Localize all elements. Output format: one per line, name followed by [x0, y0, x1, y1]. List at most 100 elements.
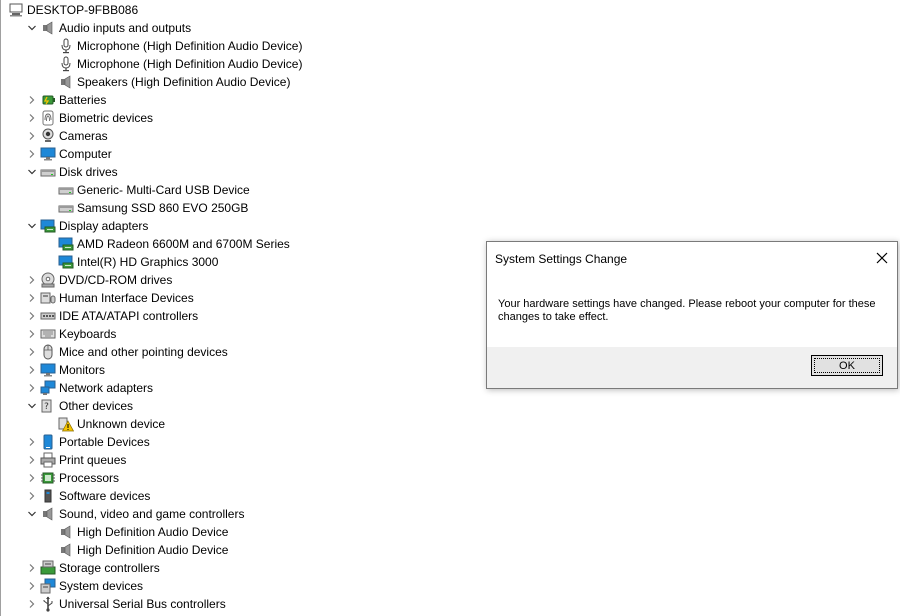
tree-item[interactable]: Sound, video and game controllers — [26, 505, 244, 523]
tree-item-label: Display adapters — [59, 219, 149, 233]
chevron-right-icon[interactable] — [26, 271, 38, 289]
tree-item[interactable]: Portable Devices — [26, 433, 150, 451]
chevron-right-icon[interactable] — [26, 325, 38, 343]
chevron-down-icon[interactable] — [26, 397, 38, 415]
chevron-right-icon[interactable] — [26, 307, 38, 325]
tree-item-label: Universal Serial Bus controllers — [59, 597, 226, 611]
tree-item[interactable]: Unknown device — [44, 415, 165, 433]
chevron-right-icon[interactable] — [26, 361, 38, 379]
speaker-icon — [40, 506, 56, 522]
processor-icon — [40, 470, 56, 486]
tree-item[interactable]: Mice and other pointing devices — [26, 343, 228, 361]
tree-item[interactable]: Speakers (High Definition Audio Device) — [44, 73, 290, 91]
chevron-right-icon[interactable] — [26, 127, 38, 145]
tree-item[interactable]: Universal Serial Bus controllers — [26, 595, 226, 613]
tree-item[interactable]: Microphone (High Definition Audio Device… — [44, 37, 302, 55]
tree-item[interactable]: Batteries — [26, 91, 106, 109]
dialog-footer: OK — [487, 347, 897, 388]
software-device-icon — [40, 488, 56, 504]
tree-item[interactable]: Processors — [26, 469, 119, 487]
tree-item-label: Disk drives — [59, 165, 118, 179]
tree-item-label: Software devices — [59, 489, 151, 503]
tree-item-label: Audio inputs and outputs — [59, 21, 192, 35]
dialog-title: System Settings Change — [495, 252, 628, 266]
tree-item[interactable]: System devices — [26, 577, 143, 595]
system-device-icon — [40, 578, 56, 594]
tree-item-label: Microphone (High Definition Audio Device… — [77, 57, 303, 71]
tree-item[interactable]: Generic- Multi-Card USB Device — [44, 181, 250, 199]
tree-item[interactable]: Samsung SSD 860 EVO 250GB — [44, 199, 248, 217]
chevron-down-icon[interactable] — [26, 19, 38, 37]
tree-item-label: Sound, video and game controllers — [59, 507, 245, 521]
display-adapter-icon — [40, 218, 56, 234]
tree-item[interactable]: DVD/CD-ROM drives — [26, 271, 172, 289]
chevron-right-icon[interactable] — [26, 289, 38, 307]
tree-item-label: Computer — [59, 147, 112, 161]
tree-item[interactable]: Microphone (High Definition Audio Device… — [44, 55, 302, 73]
chevron-right-icon[interactable] — [26, 487, 38, 505]
tree-item[interactable]: Display adapters — [26, 217, 148, 235]
tree-item[interactable]: Biometric devices — [26, 109, 153, 127]
tree-item-label: Monitors — [59, 363, 106, 377]
computer-root-icon — [8, 2, 24, 18]
monitor-icon — [40, 146, 56, 162]
chevron-right-icon[interactable] — [26, 433, 38, 451]
tree-item-label: DESKTOP-9FBB086 — [27, 3, 139, 17]
chevron-right-icon[interactable] — [26, 91, 38, 109]
tree-item[interactable]: Disk drives — [26, 163, 118, 181]
svg-text:?: ? — [44, 402, 49, 412]
tree-item[interactable]: Software devices — [26, 487, 150, 505]
tree-item[interactable]: Network adapters — [26, 379, 153, 397]
display-adapter-icon — [58, 236, 74, 252]
tree-item-label: Biometric devices — [59, 111, 154, 125]
tree-item-label: Other devices — [59, 399, 134, 413]
tree-item[interactable]: High Definition Audio Device — [44, 523, 228, 541]
tree-item-label: Cameras — [59, 129, 108, 143]
chevron-right-icon[interactable] — [26, 145, 38, 163]
tree-item[interactable]: Print queues — [26, 451, 126, 469]
tree-item-label: Print queues — [59, 453, 127, 467]
tree-item[interactable]: Human Interface Devices — [26, 289, 194, 307]
tree-item-label: Human Interface Devices — [59, 291, 194, 305]
tree-item-label: Intel(R) HD Graphics 3000 — [77, 255, 219, 269]
dialog-message: Your hardware settings have changed. Ple… — [498, 298, 876, 323]
chevron-right-icon[interactable] — [26, 379, 38, 397]
dvd-drive-icon — [40, 272, 56, 288]
tree-item-label: Keyboards — [59, 327, 117, 341]
chevron-down-icon[interactable] — [26, 217, 38, 235]
tree-item[interactable]: Intel(R) HD Graphics 3000 — [44, 253, 218, 271]
chevron-right-icon[interactable] — [26, 109, 38, 127]
tree-item[interactable]: IDE ATA/ATAPI controllers — [26, 307, 198, 325]
ok-button[interactable]: OK — [811, 355, 883, 376]
tree-item[interactable]: AMD Radeon 6600M and 6700M Series — [44, 235, 290, 253]
window-left-border — [0, 0, 1, 616]
tree-item[interactable]: Computer — [26, 145, 112, 163]
tree-item[interactable]: Monitors — [26, 361, 105, 379]
tree-item[interactable]: DESKTOP-9FBB086 — [6, 1, 138, 19]
tree-item[interactable]: Audio inputs and outputs — [26, 19, 191, 37]
chevron-right-icon[interactable] — [26, 577, 38, 595]
tree-item[interactable]: Storage controllers — [26, 559, 160, 577]
tree-item[interactable]: Keyboards — [26, 325, 116, 343]
chevron-right-icon[interactable] — [26, 469, 38, 487]
chevron-down-icon[interactable] — [26, 163, 38, 181]
printer-icon — [40, 452, 56, 468]
chevron-right-icon[interactable] — [26, 343, 38, 361]
tree-item-label: Unknown device — [77, 417, 166, 431]
chevron-right-icon[interactable] — [26, 559, 38, 577]
fingerprint-icon — [40, 110, 56, 126]
chevron-right-icon[interactable] — [26, 595, 38, 613]
chevron-right-icon[interactable] — [26, 451, 38, 469]
close-icon[interactable] — [875, 251, 889, 265]
chevron-down-icon[interactable] — [26, 505, 38, 523]
tree-item[interactable]: Cameras — [26, 127, 108, 145]
tree-item[interactable]: ? Other devices — [26, 397, 133, 415]
hid-icon — [40, 290, 56, 306]
tree-item[interactable]: High Definition Audio Device — [44, 541, 228, 559]
